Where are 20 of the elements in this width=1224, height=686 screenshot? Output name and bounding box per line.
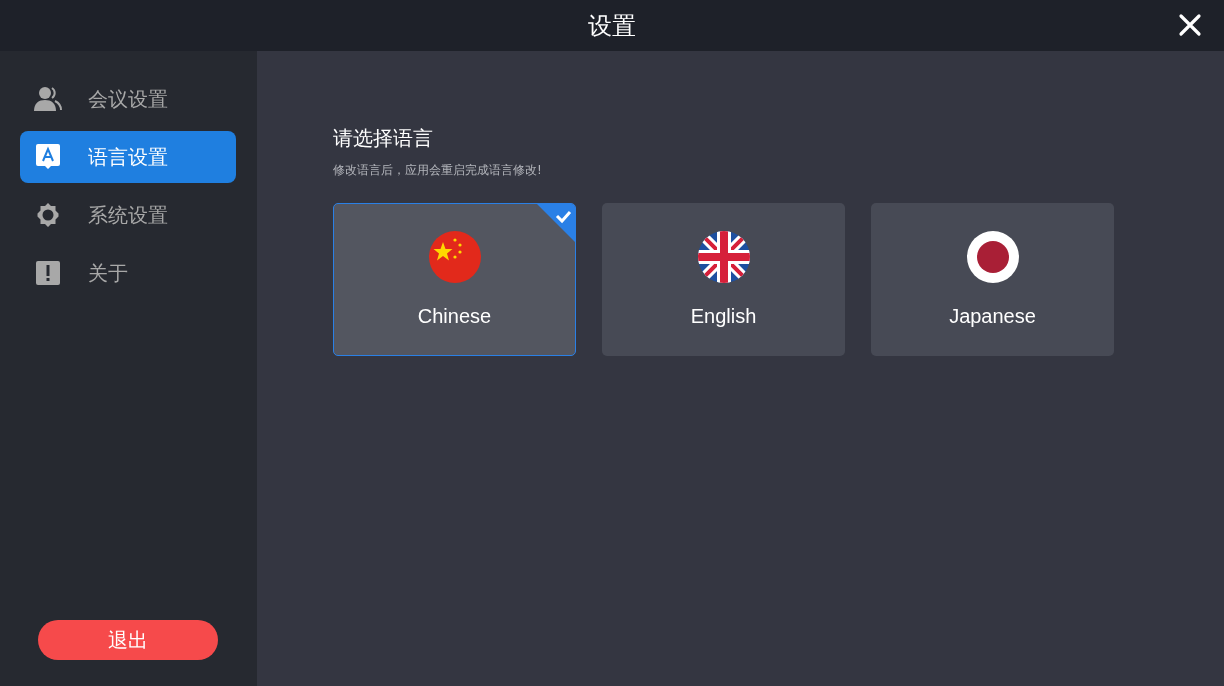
language-card[interactable]: Japanese (871, 203, 1114, 356)
window-title: 设置 (588, 10, 636, 42)
close-icon[interactable] (1178, 13, 1202, 37)
alert-icon (36, 261, 60, 285)
gear-icon (36, 203, 60, 227)
people-icon (34, 86, 62, 112)
sidebar-item[interactable]: 语言设置 (20, 131, 236, 183)
language-icon (36, 144, 60, 170)
japan-flag-icon (966, 231, 1019, 283)
hint-text: 修改语言后，应用会重启完成语言修改! (333, 162, 543, 179)
language-card[interactable]: Chinese (333, 203, 576, 356)
check-corner-icon (537, 204, 575, 242)
china-flag-icon (428, 231, 481, 283)
language-card[interactable]: English (602, 203, 845, 356)
sidebar-item[interactable]: 会议设置 (20, 73, 236, 125)
section-title: 请选择语言 (333, 125, 434, 152)
sidebar-item[interactable]: 关于 (20, 247, 236, 299)
uk-flag-icon (697, 231, 750, 283)
sidebar-item[interactable]: 系统设置 (20, 189, 236, 241)
logout-button[interactable]: 退出 (38, 620, 218, 660)
